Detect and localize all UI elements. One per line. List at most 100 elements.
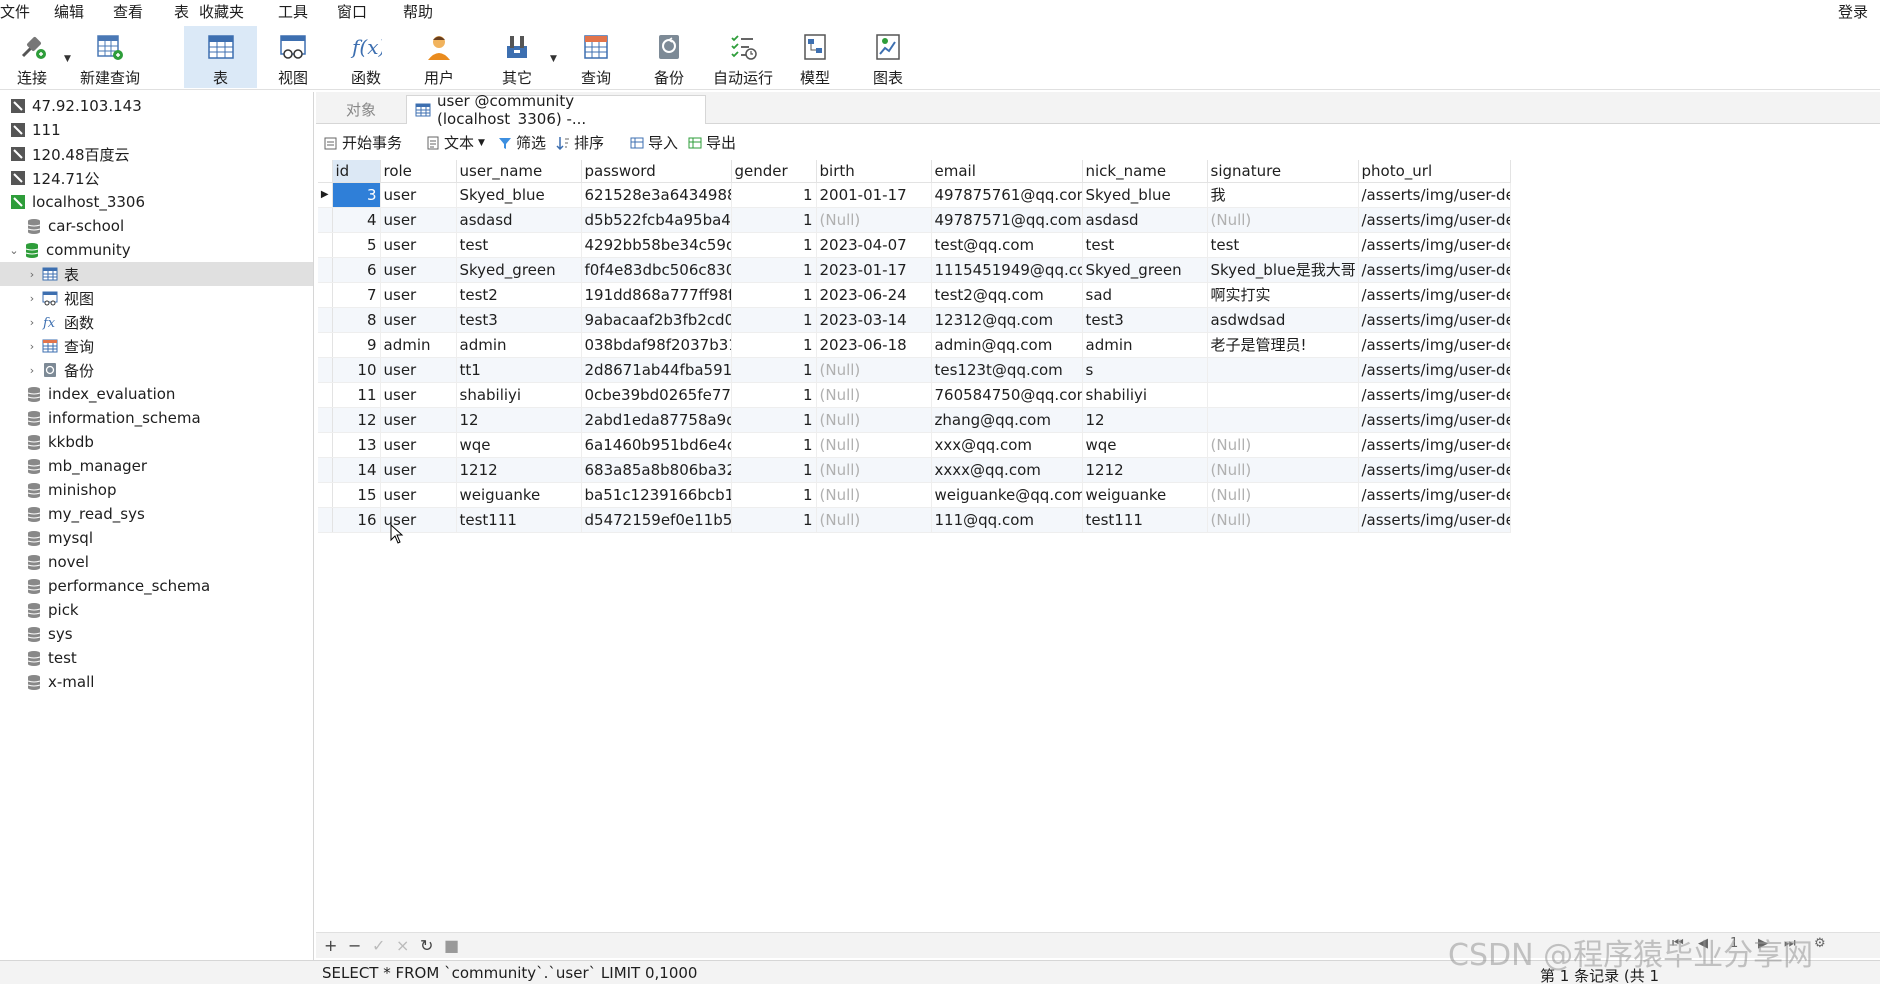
tree-connection-1[interactable]: 47.92.103.143 (10, 94, 142, 118)
table-row[interactable]: 13 user wqe 6a1460b951bd6e4c 1 (Null) xxx@qq.c… (318, 432, 1511, 458)
tree-localhost[interactable]: localhost_3306 (10, 190, 145, 214)
table-cell-nick_name[interactable]: 12 (1082, 407, 1208, 433)
table-cell-email[interactable]: xxxx@qq.com (931, 457, 1083, 483)
table-cell-signature[interactable] (1207, 382, 1359, 408)
other-button[interactable]: 其它 (496, 26, 538, 88)
table-cell-nick_name[interactable]: 1212 (1082, 457, 1208, 483)
table-cell-photo_url[interactable]: /asserts/img/user-de (1358, 307, 1511, 333)
table-cell-user_name[interactable]: Skyed_green (456, 257, 582, 283)
table-row[interactable]: 4 user asdasd d5b522fcb4a95ba45 1 (Null) 49787… (318, 207, 1511, 233)
begin-transaction-button[interactable]: 开始事务 (324, 132, 402, 153)
table-cell-password[interactable]: d5b522fcb4a95ba45 (581, 207, 732, 233)
table-cell-role[interactable]: user (380, 357, 457, 383)
table-cell-photo_url[interactable]: /asserts/img/user-de (1358, 182, 1511, 208)
table-cell-role[interactable]: user (380, 407, 457, 433)
table-cell-gender[interactable]: 1 (731, 507, 817, 533)
table-row[interactable]: 14 user 1212 683a85a8b806ba324 1 (Null) xxxx@q… (318, 457, 1511, 483)
export-button[interactable]: 导出 (688, 132, 736, 153)
table-row[interactable]: ▶ 3 user Skyed_blue 621528e3a64349885 1 2001-0… (318, 182, 1511, 208)
table-cell-password[interactable]: 191dd868a777ff98f (581, 282, 732, 308)
table-cell-role[interactable]: user (380, 482, 457, 508)
table-cell-birth[interactable]: (Null) (816, 407, 932, 433)
table-cell-nick_name[interactable]: Skyed_green (1082, 257, 1208, 283)
table-cell-id[interactable]: 10 (332, 357, 381, 383)
chevron-right-icon[interactable]: › (26, 364, 38, 377)
menu-view[interactable]: 查看 (113, 1, 143, 22)
connect-button[interactable]: 连接 (10, 26, 54, 88)
table-cell-email[interactable]: tes123t@qq.com (931, 357, 1083, 383)
table-cell-birth[interactable]: (Null) (816, 357, 932, 383)
table-cell-photo_url[interactable]: /asserts/img/user-de (1358, 507, 1511, 533)
chevron-right-icon[interactable]: › (26, 340, 38, 353)
delete-record-icon[interactable]: − (348, 936, 361, 955)
table-cell-nick_name[interactable]: sad (1082, 282, 1208, 308)
login-link[interactable]: 登录 (1838, 1, 1868, 22)
table-cell-photo_url[interactable]: /asserts/img/user-de (1358, 332, 1511, 358)
table-cell-password[interactable]: 038bdaf98f2037b31 (581, 332, 732, 358)
table-cell-role[interactable]: user (380, 382, 457, 408)
menu-edit[interactable]: 编辑 (54, 1, 84, 22)
table-cell-password[interactable]: 621528e3a64349885 (581, 182, 732, 208)
stop-icon[interactable]: ■ (444, 936, 459, 955)
table-cell-nick_name[interactable]: test111 (1082, 507, 1208, 533)
table-cell-user_name[interactable]: shabiliyi (456, 382, 582, 408)
tree-db-item[interactable]: my_read_sys (26, 502, 145, 526)
table-cell-role[interactable]: user (380, 182, 457, 208)
column-header[interactable]: id (332, 160, 381, 183)
tree-community-views[interactable]: › 视图 (26, 286, 94, 310)
table-cell-role[interactable]: user (380, 232, 457, 258)
menu-file[interactable]: 文件 (0, 1, 30, 22)
table-cell-password[interactable]: f0f4e83dbc506c830 (581, 257, 732, 283)
menu-table[interactable]: 表 (174, 1, 189, 22)
table-cell-id[interactable]: 11 (332, 382, 381, 408)
table-cell-photo_url[interactable]: /asserts/img/user-de (1358, 482, 1511, 508)
table-cell-nick_name[interactable]: s (1082, 357, 1208, 383)
table-row[interactable]: 12 user 12 2abd1eda87758a9d 1 (Null) zhang@qq.… (318, 407, 1511, 433)
table-row[interactable]: 11 user shabiliyi 0cbe39bd0265fe77c 1 (Null) 7… (318, 382, 1511, 408)
table-cell-user_name[interactable]: admin (456, 332, 582, 358)
table-cell-user_name[interactable]: weiguanke (456, 482, 582, 508)
table-cell-nick_name[interactable]: test3 (1082, 307, 1208, 333)
table-cell-password[interactable]: 6a1460b951bd6e4c (581, 432, 732, 458)
tree-db-item[interactable]: information_schema (26, 406, 201, 430)
autorun-button[interactable]: 自动运行 (711, 26, 775, 88)
table-row[interactable]: 16 user test111 d5472159ef0e11b56 1 (Null) 111… (318, 507, 1511, 533)
row-marker[interactable] (318, 307, 333, 333)
table-row[interactable]: 9 admin admin 038bdaf98f2037b31 1 2023-06-18 a… (318, 332, 1511, 358)
menu-help[interactable]: 帮助 (403, 1, 433, 22)
view-button[interactable]: 视图 (272, 26, 314, 88)
chevron-right-icon[interactable]: › (26, 292, 38, 305)
table-cell-role[interactable]: user (380, 282, 457, 308)
table-cell-photo_url[interactable]: /asserts/img/user-de (1358, 207, 1511, 233)
tree-community-backups[interactable]: › 备份 (26, 358, 94, 382)
refresh-icon[interactable]: ↻ (420, 936, 433, 955)
row-marker[interactable] (318, 382, 333, 408)
text-dropdown-icon[interactable]: ▼ (478, 138, 485, 148)
table-row[interactable]: 15 user weiguanke ba51c1239166bcb1f 1 (Null) w… (318, 482, 1511, 508)
table-cell-id[interactable]: 6 (332, 257, 381, 283)
tree-db-item[interactable]: test (26, 646, 77, 670)
column-header[interactable]: gender (731, 160, 817, 183)
current-row-marker-icon[interactable]: ▶ (318, 182, 333, 208)
table-cell-signature[interactable] (1207, 357, 1359, 383)
tree-db-community[interactable]: ⌄ community (8, 238, 130, 262)
user-button[interactable]: 用户 (418, 26, 460, 88)
table-cell-birth[interactable]: (Null) (816, 482, 932, 508)
table-cell-birth[interactable]: 2023-03-14 (816, 307, 932, 333)
menu-favorites[interactable]: 收藏夹 (199, 1, 244, 22)
table-cell-user_name[interactable]: tt1 (456, 357, 582, 383)
tree-community-tables[interactable]: › 表 (0, 262, 313, 286)
chart-button[interactable]: 图表 (867, 26, 909, 88)
table-cell-password[interactable]: 2d8671ab44fba5919 (581, 357, 732, 383)
table-cell-gender[interactable]: 1 (731, 257, 817, 283)
table-cell-signature[interactable]: (Null) (1207, 207, 1359, 233)
row-marker[interactable] (318, 457, 333, 483)
tree-db-item[interactable]: minishop (26, 478, 116, 502)
table-cell-user_name[interactable]: Skyed_blue (456, 182, 582, 208)
table-cell-nick_name[interactable]: Skyed_blue (1082, 182, 1208, 208)
table-cell-id[interactable]: 3 (332, 182, 381, 208)
table-cell-email[interactable]: admin@qq.com (931, 332, 1083, 358)
table-cell-photo_url[interactable]: /asserts/img/user-de (1358, 432, 1511, 458)
tree-db-item[interactable]: x-mall (26, 670, 94, 694)
model-button[interactable]: 模型 (794, 26, 836, 88)
